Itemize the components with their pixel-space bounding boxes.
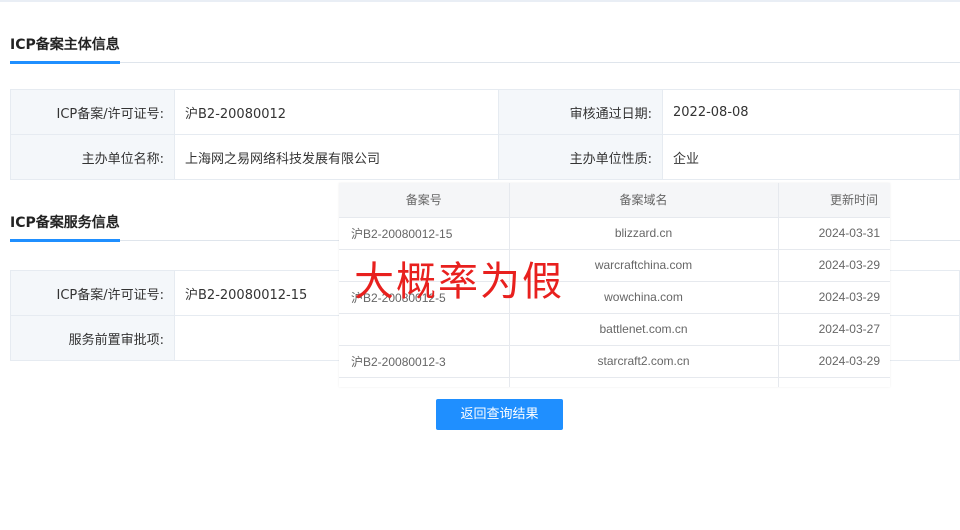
table-row: battlenet.com.cn 2024-03-27	[339, 313, 890, 346]
table-row: 主办单位名称: 上海网之易网络科技发展有限公司 主办单位性质: 企业	[10, 134, 960, 180]
record-domain[interactable]: battlenet.com.cn	[509, 313, 779, 346]
record-domain	[509, 377, 779, 387]
approve-date-value: 2022-08-08	[662, 89, 960, 135]
approve-date-label: 审核通过日期:	[498, 89, 663, 135]
table-row: 沪B2-20080012-3 starcraft2.com.cn 2024-03…	[339, 345, 890, 378]
record-date: 2024-03-29	[778, 249, 890, 282]
record-domain[interactable]: blizzard.cn	[509, 217, 779, 250]
header-update-time: 更新时间	[778, 183, 890, 218]
section-title-service-info: ICP备案服务信息	[10, 215, 120, 231]
section-title-subject-info: ICP备案主体信息	[10, 37, 120, 53]
table-row: 沪B2-20080012-15 blizzard.cn 2024-03-31	[339, 217, 890, 250]
record-date: 2024-03-31	[778, 217, 890, 250]
section-header-subject-info: ICP备案主体信息	[10, 35, 960, 64]
record-no	[339, 377, 510, 387]
org-name-value: 上海网之易网络科技发展有限公司	[174, 134, 499, 180]
record-no[interactable]	[339, 313, 510, 346]
org-name-label: 主办单位名称:	[10, 134, 175, 180]
record-date: 2024-03-29	[778, 345, 890, 378]
record-no[interactable]: 沪B2-20080012-3	[339, 345, 510, 378]
record-domain[interactable]: starcraft2.com.cn	[509, 345, 779, 378]
header-record-domain: 备案域名	[509, 183, 779, 218]
top-divider	[0, 0, 960, 2]
table-row: ICP备案/许可证号: 沪B2-20080012 审核通过日期: 2022-08…	[10, 89, 960, 135]
org-type-value: 企业	[662, 134, 960, 180]
section-title-underline	[10, 61, 120, 64]
record-date: 2024-03-29	[778, 281, 890, 314]
table-row	[339, 377, 890, 387]
header-record-no: 备案号	[339, 183, 510, 218]
section-title-underline	[10, 239, 120, 242]
record-date	[778, 377, 890, 387]
record-no[interactable]: 沪B2-20080012-15	[339, 217, 510, 250]
fake-warning-watermark: 大概率为假	[354, 259, 564, 305]
subject-info-table: ICP备案/许可证号: 沪B2-20080012 审核通过日期: 2022-08…	[10, 89, 960, 180]
service-license-label: ICP备案/许可证号:	[10, 270, 175, 316]
license-value: 沪B2-20080012	[174, 89, 499, 135]
license-label: ICP备案/许可证号:	[10, 89, 175, 135]
org-type-label: 主办单位性质:	[498, 134, 663, 180]
record-table-header: 备案号 备案域名 更新时间	[339, 183, 890, 218]
pre-approval-label: 服务前置审批项:	[10, 315, 175, 361]
record-date: 2024-03-27	[778, 313, 890, 346]
back-to-results-button[interactable]: 返回查询结果	[436, 399, 563, 430]
